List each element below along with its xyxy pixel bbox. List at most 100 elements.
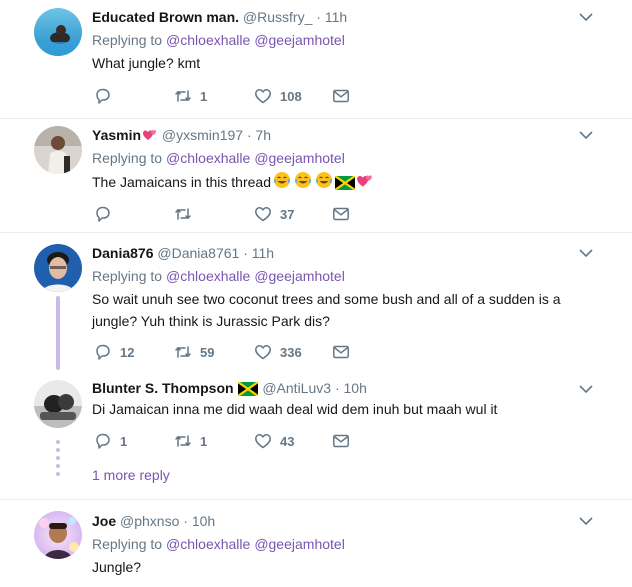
display-name[interactable]: Blunter S. Thompson (92, 380, 234, 396)
mention-link[interactable]: @chloexhalle (166, 32, 250, 48)
thread-dots (56, 440, 60, 480)
timestamp[interactable]: 11h (325, 9, 347, 25)
like-button[interactable]: 37 (254, 204, 294, 224)
mention-link[interactable]: @geejamhotel (254, 268, 345, 284)
retweet-count: 1 (200, 433, 208, 449)
user-handle[interactable]: @phxnso (120, 513, 179, 529)
mention-link[interactable]: @geejamhotel (254, 150, 345, 166)
chevron-down-icon[interactable] (578, 127, 594, 143)
like-count: 43 (280, 433, 295, 449)
separator: · (334, 380, 340, 396)
timestamp[interactable]: 11h (252, 245, 274, 261)
message-button[interactable] (332, 342, 350, 362)
reply-icon (96, 88, 110, 104)
chevron-down-icon[interactable] (578, 245, 594, 261)
heart-icon (255, 434, 271, 449)
tweet-header: Educated Brown man. @Russfry_ · 11h (92, 8, 347, 26)
avatar[interactable] (34, 126, 82, 174)
retweet-count: 1 (200, 88, 208, 104)
user-handle[interactable]: @yxsmin197 (162, 127, 243, 143)
reply-button[interactable]: 12 (94, 342, 134, 362)
envelope-icon (333, 207, 349, 221)
reply-button[interactable] (94, 204, 120, 224)
envelope-icon (333, 434, 349, 448)
tweet-header: Joe @phxnso · 10h (92, 512, 215, 530)
like-count: 108 (280, 88, 302, 104)
separator: · (183, 513, 188, 529)
envelope-icon (333, 345, 349, 359)
replying-to: Replying to @chloexhalle @geejamhotel (92, 535, 345, 553)
like-button[interactable]: 336 (254, 342, 302, 362)
reply-button[interactable]: 1 (94, 431, 127, 451)
jamaica-flag-emoji (334, 174, 356, 196)
replying-to-label: Replying to (92, 32, 163, 48)
tweet-text-content: The Jamaicans in this thread (92, 174, 271, 190)
chevron-down-icon[interactable] (578, 381, 594, 397)
avatar[interactable] (34, 8, 82, 56)
tweet-text: Di Jamaican inna me did waah deal wid de… (92, 401, 498, 417)
mention-link[interactable]: @geejamhotel (254, 536, 345, 552)
message-button[interactable] (332, 204, 350, 224)
action-bar: 1 108 (94, 86, 354, 106)
tweet[interactable]: Yasmin @yxsmin197 · 7h Replying to @chloe… (0, 118, 632, 232)
replying-to-label: Replying to (92, 536, 163, 552)
avatar[interactable] (34, 244, 82, 292)
mention-link[interactable]: @chloexhalle (166, 536, 250, 552)
envelope-icon (333, 89, 349, 103)
avatar[interactable] (34, 511, 82, 559)
user-handle[interactable]: @AntiLuv3 (262, 380, 331, 396)
like-button[interactable]: 43 (254, 431, 294, 451)
user-handle[interactable]: @Dania8761 (157, 245, 239, 261)
tweet-text: The Jamaicans in this thread (92, 170, 582, 196)
message-button[interactable] (332, 431, 350, 451)
tears-of-joy-emoji (293, 170, 313, 196)
like-button[interactable]: 108 (254, 86, 302, 106)
message-button[interactable] (332, 86, 350, 106)
reply-count: 12 (120, 344, 135, 360)
mention-link[interactable]: @chloexhalle (166, 268, 250, 284)
timestamp[interactable]: 10h (344, 380, 367, 396)
tweet[interactable]: Dania876 @Dania8761 · 11h Replying to @ch… (0, 232, 632, 372)
retweet-icon (175, 346, 191, 358)
timestamp[interactable]: 7h (256, 127, 272, 143)
like-count: 37 (280, 206, 295, 222)
avatar[interactable] (34, 380, 82, 428)
reply-button[interactable] (94, 86, 120, 106)
tweet-text: Jungle? (92, 559, 142, 575)
display-name[interactable]: Yasmin (92, 127, 141, 143)
reply-icon (96, 206, 110, 222)
retweet-icon (175, 90, 191, 102)
retweet-button[interactable] (174, 204, 200, 224)
tweet[interactable]: Educated Brown man. @Russfry_ · 11h Repl… (0, 0, 632, 118)
display-name[interactable]: Educated Brown man. (92, 9, 239, 25)
action-bar: 37 (94, 204, 354, 224)
tweet[interactable]: Blunter S. Thompson @AntiLuv3 · 10h Di J… (0, 372, 632, 462)
replying-to: Replying to @chloexhalle @geejamhotel (92, 267, 345, 285)
tweet[interactable]: Joe @phxnso · 10h Replying to @chloexhall… (0, 500, 632, 587)
retweet-button[interactable]: 59 (174, 342, 214, 362)
more-replies-link[interactable]: 1 more reply (92, 467, 170, 483)
retweet-icon (175, 208, 191, 220)
retweet-button[interactable]: 1 (174, 86, 207, 106)
tweet-header: Blunter S. Thompson @AntiLuv3 · 10h (92, 379, 367, 400)
chevron-down-icon[interactable] (578, 9, 594, 25)
display-name[interactable]: Joe (92, 513, 116, 529)
tears-of-joy-emoji (314, 170, 334, 196)
tweet-text: So wait unuh see two coconut trees and s… (92, 291, 561, 329)
chevron-down-icon[interactable] (578, 513, 594, 529)
two-hearts-emoji (356, 172, 374, 196)
user-handle[interactable]: @Russfry_ (243, 9, 312, 25)
separator: · (316, 9, 321, 25)
mention-link[interactable]: @chloexhalle (166, 150, 250, 166)
timestamp[interactable]: 10h (192, 513, 215, 529)
display-name[interactable]: Dania876 (92, 245, 153, 261)
separator: · (246, 127, 252, 143)
replying-to: Replying to @chloexhalle @geejamhotel (92, 31, 345, 49)
retweet-button[interactable]: 1 (174, 431, 207, 451)
replying-to-label: Replying to (92, 268, 163, 284)
separator: · (243, 245, 248, 261)
heart-icon (255, 345, 271, 360)
mention-link[interactable]: @geejamhotel (254, 32, 345, 48)
retweet-icon (175, 435, 191, 447)
tweet-text: What jungle? kmt (92, 55, 201, 71)
